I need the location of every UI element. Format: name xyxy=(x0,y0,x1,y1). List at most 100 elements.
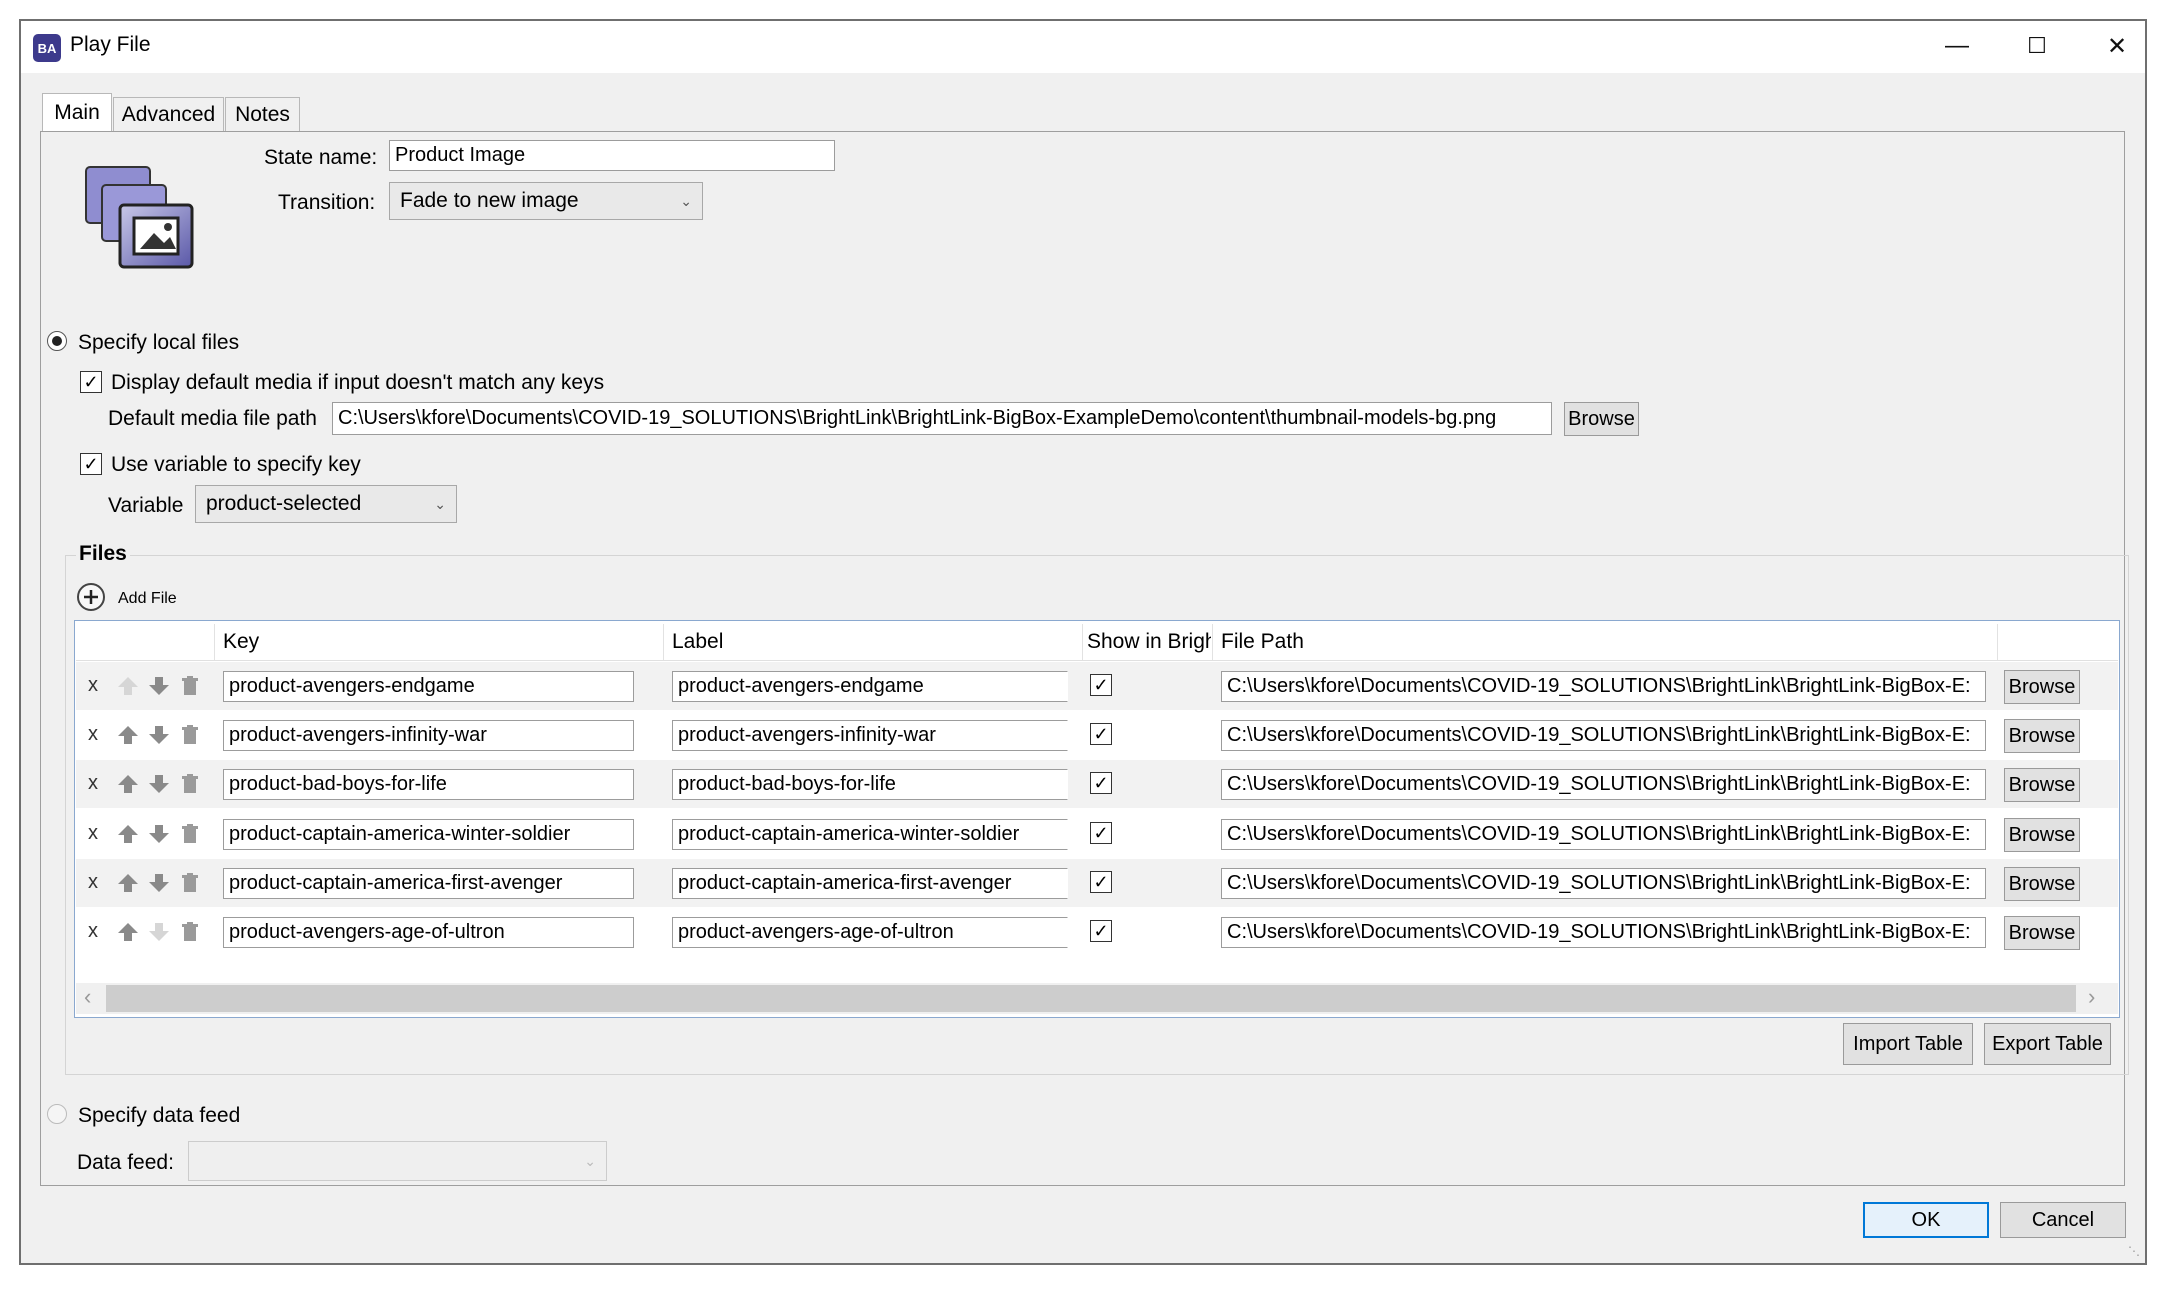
row-label-input[interactable]: product-bad-boys-for-life xyxy=(672,769,1068,800)
add-file-icon[interactable] xyxy=(76,582,106,612)
column-header-show-text: Show in Brigh xyxy=(1087,630,1211,653)
arrow-down-icon[interactable] xyxy=(148,724,170,746)
variable-value: product-selected xyxy=(206,492,362,515)
tab-notes[interactable]: Notes xyxy=(225,97,300,131)
row-browse-button[interactable]: Browse xyxy=(2004,768,2080,802)
remove-row-button[interactable]: x xyxy=(88,920,98,943)
row-file-path-input[interactable]: C:\Users\kfore\Documents\COVID-19_SOLUTI… xyxy=(1221,819,1986,850)
arrow-up-icon[interactable] xyxy=(117,773,139,795)
row-show-checkbox[interactable]: ✓ xyxy=(1090,871,1112,893)
arrow-up-icon[interactable] xyxy=(117,823,139,845)
row-key-input[interactable]: product-avengers-infinity-war xyxy=(223,720,634,751)
scrollbar-thumb[interactable] xyxy=(106,985,2076,1012)
column-header-label[interactable]: Label xyxy=(672,624,723,660)
row-show-checkbox[interactable]: ✓ xyxy=(1090,822,1112,844)
row-key-input[interactable]: product-captain-america-first-avenger xyxy=(223,868,634,899)
specify-data-feed-label: Specify data feed xyxy=(78,1104,241,1127)
variable-label: Variable xyxy=(108,494,184,517)
maximize-button[interactable]: ☐ xyxy=(1998,22,2076,70)
column-divider xyxy=(663,624,664,660)
row-browse-button[interactable]: Browse xyxy=(2004,867,2080,901)
display-default-media-label: Display default media if input doesn't m… xyxy=(111,371,605,394)
ok-button[interactable]: OK xyxy=(1863,1202,1989,1238)
trash-icon[interactable] xyxy=(179,872,201,894)
data-feed-dropdown[interactable]: ⌄ xyxy=(188,1141,607,1181)
specify-local-files-label: Specify local files xyxy=(78,331,240,354)
tab-main[interactable]: Main xyxy=(42,93,112,131)
remove-row-button[interactable]: x xyxy=(88,871,98,894)
chevron-down-icon: ⌄ xyxy=(584,1152,596,1169)
export-table-button[interactable]: Export Table xyxy=(1984,1023,2111,1065)
transition-dropdown[interactable]: Fade to new image ⌄ xyxy=(389,182,703,220)
import-table-button[interactable]: Import Table xyxy=(1843,1023,1973,1065)
default-media-path-input[interactable]: C:\Users\kfore\Documents\COVID-19_SOLUTI… xyxy=(332,402,1552,435)
default-media-browse-button[interactable]: Browse xyxy=(1564,402,1639,436)
column-header-file-path[interactable]: File Path xyxy=(1221,624,1304,660)
arrow-up-icon[interactable] xyxy=(117,724,139,746)
arrow-up-icon xyxy=(117,675,139,697)
row-show-checkbox[interactable]: ✓ xyxy=(1090,674,1112,696)
trash-icon[interactable] xyxy=(179,823,201,845)
column-header-show[interactable]: Show in Brigh xyxy=(1087,624,1211,660)
arrow-down-icon[interactable] xyxy=(148,773,170,795)
remove-row-button[interactable]: x xyxy=(88,723,98,746)
scroll-right-icon[interactable]: › xyxy=(2088,984,2095,1010)
row-file-path-input[interactable]: C:\Users\kfore\Documents\COVID-19_SOLUTI… xyxy=(1221,720,1986,751)
close-button[interactable]: ✕ xyxy=(2078,22,2156,70)
state-name-input[interactable]: Product Image xyxy=(389,140,835,171)
scroll-left-icon[interactable]: ‹ xyxy=(84,984,91,1010)
row-label-input[interactable]: product-avengers-endgame xyxy=(672,671,1068,702)
chevron-down-icon: ⌄ xyxy=(434,495,446,512)
column-divider xyxy=(1997,624,1998,660)
row-show-checkbox[interactable]: ✓ xyxy=(1090,723,1112,745)
arrow-down-icon[interactable] xyxy=(148,675,170,697)
add-file-button[interactable]: Add File xyxy=(118,590,177,608)
column-divider xyxy=(214,624,215,660)
row-file-path-input[interactable]: C:\Users\kfore\Documents\COVID-19_SOLUTI… xyxy=(1221,917,1986,948)
row-key-input[interactable]: product-captain-america-winter-soldier xyxy=(223,819,634,850)
row-file-path-input[interactable]: C:\Users\kfore\Documents\COVID-19_SOLUTI… xyxy=(1221,671,1986,702)
tab-advanced[interactable]: Advanced xyxy=(113,97,224,131)
row-label-input[interactable]: product-avengers-age-of-ultron xyxy=(672,917,1068,948)
row-label-input[interactable]: product-captain-america-first-avenger xyxy=(672,868,1068,899)
arrow-down-icon[interactable] xyxy=(148,872,170,894)
row-key-input[interactable]: product-avengers-endgame xyxy=(223,671,634,702)
row-label-input[interactable]: product-avengers-infinity-war xyxy=(672,720,1068,751)
files-group-label: Files xyxy=(76,542,130,566)
use-variable-checkbox[interactable]: ✓ xyxy=(80,453,102,475)
row-show-checkbox[interactable]: ✓ xyxy=(1090,920,1112,942)
row-key-input[interactable]: product-bad-boys-for-life xyxy=(223,769,634,800)
arrow-up-icon[interactable] xyxy=(117,872,139,894)
row-browse-button[interactable]: Browse xyxy=(2004,670,2080,704)
app-logo-icon: BA xyxy=(33,34,61,62)
specify-data-feed-radio[interactable] xyxy=(47,1104,67,1124)
row-label-input[interactable]: product-captain-america-winter-soldier xyxy=(672,819,1068,850)
arrow-up-icon[interactable] xyxy=(117,921,139,943)
row-file-path-input[interactable]: C:\Users\kfore\Documents\COVID-19_SOLUTI… xyxy=(1221,769,1986,800)
trash-icon[interactable] xyxy=(179,724,201,746)
row-show-checkbox[interactable]: ✓ xyxy=(1090,772,1112,794)
variable-dropdown[interactable]: product-selected ⌄ xyxy=(195,485,457,523)
cancel-button[interactable]: Cancel xyxy=(2000,1202,2126,1238)
trash-icon[interactable] xyxy=(179,675,201,697)
default-media-path-label: Default media file path xyxy=(108,407,317,430)
display-default-media-checkbox[interactable]: ✓ xyxy=(80,371,102,393)
trash-icon[interactable] xyxy=(179,773,201,795)
transition-label: Transition: xyxy=(278,191,376,214)
trash-icon[interactable] xyxy=(179,921,201,943)
resize-grip-icon[interactable]: ⋱ xyxy=(2128,1244,2140,1258)
row-file-path-input[interactable]: C:\Users\kfore\Documents\COVID-19_SOLUTI… xyxy=(1221,868,1986,899)
column-header-key[interactable]: Key xyxy=(223,624,259,660)
row-browse-button[interactable]: Browse xyxy=(2004,916,2080,950)
row-browse-button[interactable]: Browse xyxy=(2004,719,2080,753)
remove-row-button[interactable]: x xyxy=(88,674,98,697)
row-key-input[interactable]: product-avengers-age-of-ultron xyxy=(223,917,634,948)
chevron-down-icon: ⌄ xyxy=(680,192,692,209)
arrow-down-icon[interactable] xyxy=(148,823,170,845)
remove-row-button[interactable]: x xyxy=(88,772,98,795)
remove-row-button[interactable]: x xyxy=(88,822,98,845)
images-state-icon xyxy=(80,163,204,281)
minimize-button[interactable]: — xyxy=(1918,22,1996,70)
specify-local-files-radio[interactable] xyxy=(47,331,67,351)
row-browse-button[interactable]: Browse xyxy=(2004,818,2080,852)
